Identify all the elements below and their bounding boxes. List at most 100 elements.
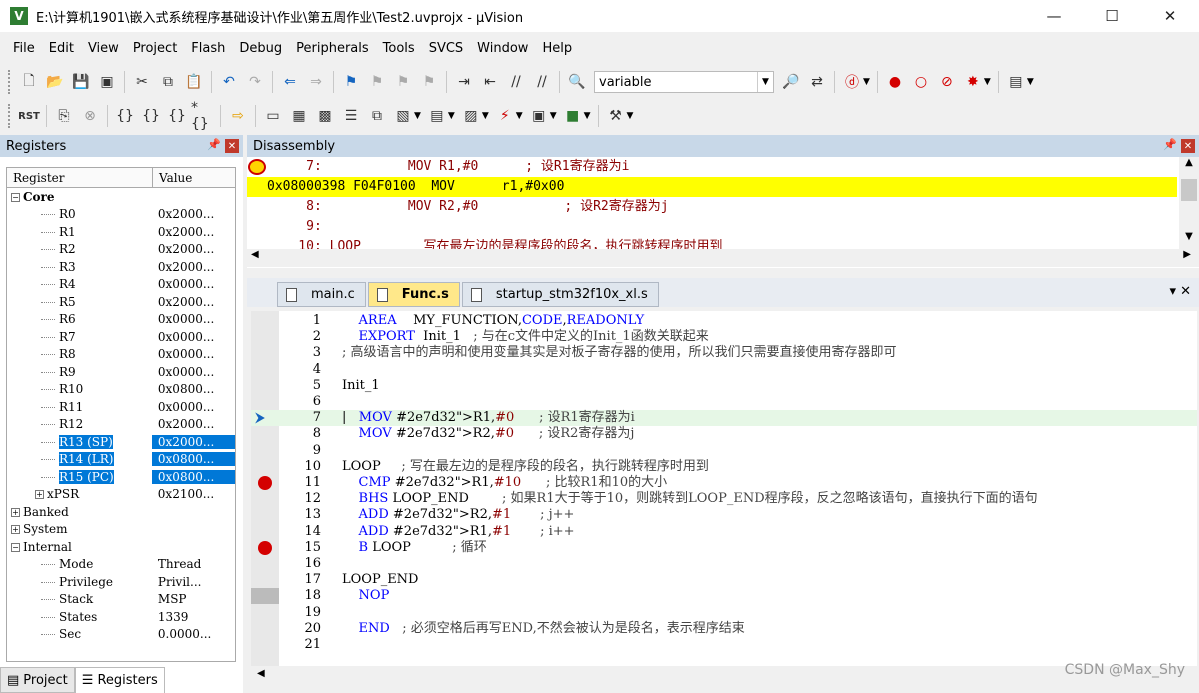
- register-row[interactable]: R10 0x0800...: [7, 381, 235, 399]
- toolbar-grip[interactable]: [8, 104, 12, 128]
- chevron-down-icon[interactable]: ▼: [984, 77, 991, 87]
- code-line[interactable]: 17 LOOP_END: [251, 572, 1197, 588]
- menu-project[interactable]: Project: [126, 41, 184, 56]
- menu-edit[interactable]: Edit: [42, 41, 81, 56]
- clear-bookmarks-icon[interactable]: ⚑: [417, 70, 441, 94]
- register-column-header[interactable]: Register: [7, 168, 153, 187]
- tools-icon[interactable]: ⚒: [604, 104, 628, 128]
- expand-icon[interactable]: +: [11, 507, 20, 517]
- call-stack-window-icon[interactable]: ⧉: [365, 104, 389, 128]
- symbols-window-icon[interactable]: ▩: [313, 104, 337, 128]
- chevron-down-icon[interactable]: ▼: [627, 111, 634, 121]
- register-row[interactable]: Stack MSP: [7, 591, 235, 609]
- code-line[interactable]: 5 Init_1: [251, 378, 1197, 394]
- find-in-files-icon[interactable]: 🔍: [565, 70, 589, 94]
- register-row[interactable]: R0 0x2000...: [7, 206, 235, 224]
- paste-icon[interactable]: 📋: [182, 70, 206, 94]
- tab-func-s[interactable]: Func.s: [367, 282, 460, 307]
- enable-breakpoint-icon[interactable]: ○: [909, 70, 933, 94]
- disassembly-line[interactable]: 10: LOOP 写在最左边的是程序段的段名，执行跳转程序时用到: [247, 237, 1177, 249]
- code-line[interactable]: 18 NOP: [251, 588, 1197, 605]
- register-row[interactable]: R7 0x0000...: [7, 328, 235, 346]
- register-row[interactable]: + xPSR 0x2100...: [7, 486, 235, 504]
- maximize-button[interactable]: ☐: [1083, 0, 1141, 32]
- redo-icon[interactable]: ↷: [243, 70, 267, 94]
- breakpoint-icon[interactable]: [258, 476, 272, 490]
- toolbar-grip[interactable]: [8, 70, 12, 94]
- code-line[interactable]: 14 ADD #2e7d32">R1,#1 ; i++: [251, 524, 1197, 540]
- register-row[interactable]: R11 0x0000...: [7, 398, 235, 416]
- code-line[interactable]: 13 ADD #2e7d32">R2,#1 ; j++: [251, 507, 1197, 523]
- chevron-down-icon[interactable]: ▼: [482, 111, 489, 121]
- close-button[interactable]: ✕: [1141, 0, 1199, 32]
- register-row[interactable]: States 1339: [7, 608, 235, 626]
- register-row[interactable]: R9 0x0000...: [7, 363, 235, 381]
- code-line[interactable]: 12 BHS LOOP_END ; 如果R1大于等于10，则跳转到LOOP_EN…: [251, 491, 1197, 507]
- pin-icon[interactable]: 📌: [207, 138, 221, 151]
- chevron-down-icon[interactable]: ▼: [516, 111, 523, 121]
- register-row[interactable]: R2 0x2000...: [7, 241, 235, 259]
- register-row[interactable]: R12 0x2000...: [7, 416, 235, 434]
- scroll-down-icon[interactable]: ▼: [1179, 231, 1199, 249]
- prev-bookmark-icon[interactable]: ⚑: [365, 70, 389, 94]
- uncomment-icon[interactable]: //: [530, 70, 554, 94]
- registers-window-icon[interactable]: ☰: [339, 104, 363, 128]
- scroll-left-icon[interactable]: ◀: [257, 668, 265, 679]
- debug-session-icon[interactable]: ⓓ: [840, 70, 864, 94]
- disassembly-horizontal-scrollbar[interactable]: ◀ ▶: [247, 249, 1199, 267]
- next-bookmark-icon[interactable]: ⚑: [391, 70, 415, 94]
- register-row[interactable]: Privilege Privil...: [7, 573, 235, 591]
- disassembly-line[interactable]: 8: MOV R2,#0 ; 设R2寄存器为j: [247, 197, 1177, 217]
- collapse-icon[interactable]: −: [11, 542, 20, 552]
- bookmark-icon[interactable]: ⚑: [339, 70, 363, 94]
- serial-window-icon[interactable]: ▨: [459, 104, 483, 128]
- run-icon[interactable]: ⎘: [52, 104, 76, 128]
- comment-icon[interactable]: //: [504, 70, 528, 94]
- menu-debug[interactable]: Debug: [232, 41, 289, 56]
- collapse-icon[interactable]: −: [11, 192, 20, 202]
- menu-tools[interactable]: Tools: [376, 41, 422, 56]
- step-over-icon[interactable]: {}: [139, 104, 163, 128]
- indent-icon[interactable]: ⇥: [452, 70, 476, 94]
- close-icon[interactable]: ✕: [1181, 139, 1195, 153]
- register-row[interactable]: − Internal: [7, 538, 235, 556]
- watch-window-icon[interactable]: ▧: [391, 104, 415, 128]
- run-to-cursor-icon[interactable]: *{}: [191, 100, 215, 132]
- stop-icon[interactable]: ⊗: [78, 104, 102, 128]
- step-into-icon[interactable]: {}: [113, 104, 137, 128]
- register-row[interactable]: − Core: [7, 188, 235, 206]
- code-line[interactable]: 15 B LOOP ; 循环: [251, 540, 1197, 556]
- scroll-right-icon[interactable]: ▶: [1183, 249, 1191, 260]
- editor-tab-controls[interactable]: ▾ ✕: [1169, 284, 1191, 299]
- reset-icon[interactable]: RST: [17, 104, 41, 128]
- pin-icon[interactable]: 📌: [1163, 138, 1177, 151]
- code-line[interactable]: 6: [251, 394, 1197, 410]
- editor-horizontal-scrollbar[interactable]: ◀: [251, 668, 1197, 686]
- register-row[interactable]: + System: [7, 521, 235, 539]
- memory-window-icon[interactable]: ▤: [425, 104, 449, 128]
- window-layout-icon[interactable]: ▤: [1004, 70, 1028, 94]
- step-out-icon[interactable]: {}: [165, 104, 189, 128]
- register-row[interactable]: R3 0x2000...: [7, 258, 235, 276]
- code-line[interactable]: 16: [251, 556, 1197, 572]
- chevron-down-icon[interactable]: ▼: [584, 111, 591, 121]
- incremental-find-icon[interactable]: 🔎: [779, 70, 803, 94]
- disable-all-breakpoints-icon[interactable]: ⊘: [935, 70, 959, 94]
- unindent-icon[interactable]: ⇤: [478, 70, 502, 94]
- register-row[interactable]: Sec 0.0000...: [7, 626, 235, 644]
- code-line[interactable]: 9: [251, 443, 1197, 459]
- tab-project[interactable]: ▤ Project: [0, 667, 75, 693]
- code-line[interactable]: 11 CMP #2e7d32">R1,#10 ; 比较R1和10的大小: [251, 475, 1197, 491]
- chevron-down-icon[interactable]: ▼: [757, 72, 773, 92]
- code-line[interactable]: 2 EXPORT Init_1 ; 与在c文件中定义的Init_1函数关联起来: [251, 329, 1197, 345]
- code-line[interactable]: 1 AREA MY_FUNCTION,CODE,READONLY: [251, 313, 1197, 329]
- system-viewer-icon[interactable]: ▣: [527, 104, 551, 128]
- save-all-icon[interactable]: ▣: [95, 70, 119, 94]
- register-row[interactable]: R8 0x0000...: [7, 346, 235, 364]
- open-file-icon[interactable]: 📂: [43, 70, 67, 94]
- menu-help[interactable]: Help: [535, 41, 579, 56]
- find-combo[interactable]: variable ▼: [594, 71, 774, 93]
- menu-svcs[interactable]: SVCS: [422, 41, 470, 56]
- scroll-thumb[interactable]: [1181, 179, 1197, 201]
- menu-window[interactable]: Window: [470, 41, 535, 56]
